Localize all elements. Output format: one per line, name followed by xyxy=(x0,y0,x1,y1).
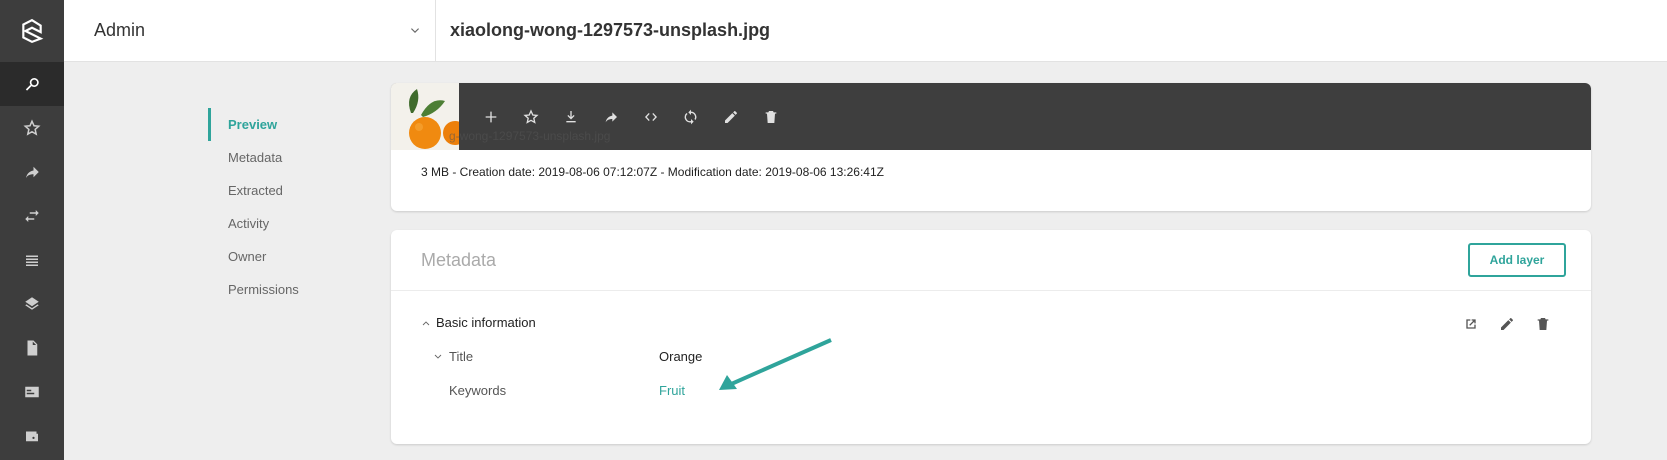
sync-button[interactable] xyxy=(671,105,711,129)
embed-button[interactable] xyxy=(631,105,671,129)
document-icon xyxy=(27,340,38,356)
section-nav-extracted[interactable]: Extracted xyxy=(208,174,378,207)
metadata-card: Metadata Add layer Basic information Tit… xyxy=(391,230,1591,444)
edit-icon xyxy=(1501,318,1513,330)
metadata-header: Metadata Add layer xyxy=(391,230,1591,291)
preview-actions xyxy=(471,105,791,129)
add-layer-button[interactable]: Add layer xyxy=(1468,243,1566,277)
basic-information-toggle[interactable]: Basic information xyxy=(421,315,536,330)
app-rail xyxy=(0,0,64,460)
thumbnail-caption: g-wong-1297573-unsplash.jpg xyxy=(449,129,611,143)
keyword-link[interactable]: Fruit xyxy=(659,383,685,398)
delete-section-button[interactable] xyxy=(1525,316,1561,332)
section-actions xyxy=(1453,316,1561,332)
chevron-down-icon xyxy=(434,354,442,359)
app-logo[interactable] xyxy=(0,0,64,62)
top-bar: Admin xiaolong-wong-1297573-unsplash.jpg xyxy=(64,0,1667,62)
logo-icon xyxy=(22,18,44,44)
star-icon xyxy=(23,119,41,136)
open-external-icon xyxy=(1466,319,1476,329)
sync-icon xyxy=(684,109,697,125)
wallet-icon xyxy=(26,431,38,442)
preview-toolbar: g-wong-1297573-unsplash.jpg xyxy=(391,83,1591,150)
section-nav: Preview Metadata Extracted Activity Owne… xyxy=(208,108,378,306)
edit-icon xyxy=(725,111,737,123)
favorite-button[interactable] xyxy=(511,105,551,129)
plus-icon xyxy=(485,111,497,123)
field-row-title: Title Orange xyxy=(433,349,702,364)
code-icon xyxy=(645,113,657,121)
rail-search[interactable] xyxy=(0,62,64,106)
section-nav-preview[interactable]: Preview xyxy=(208,108,378,141)
delete-button[interactable] xyxy=(751,105,791,129)
edit-section-button[interactable] xyxy=(1489,316,1525,332)
share-icon xyxy=(26,166,39,178)
rail-cards[interactable] xyxy=(0,370,64,414)
rail-shared[interactable] xyxy=(0,150,64,194)
preview-card: g-wong-1297573-unsplash.jpg 3 MB - Creat… xyxy=(391,83,1591,211)
section-nav-permissions[interactable]: Permissions xyxy=(208,273,378,306)
rail-favorites[interactable] xyxy=(0,106,64,150)
rail-layers[interactable] xyxy=(0,282,64,326)
scope-selector[interactable]: Admin xyxy=(64,0,436,61)
field-label-text: Keywords xyxy=(449,383,507,398)
open-external-button[interactable] xyxy=(1453,316,1489,332)
annotation-arrow xyxy=(719,338,832,390)
field-label-text: Title xyxy=(449,349,474,364)
metadata-heading: Metadata xyxy=(421,249,497,270)
field-value: Orange xyxy=(659,349,703,364)
add-button[interactable] xyxy=(471,105,511,129)
search-icon xyxy=(25,78,39,91)
field-label: Keywords xyxy=(433,383,659,398)
rail-documents[interactable] xyxy=(0,326,64,370)
chevron-down-icon xyxy=(411,27,419,33)
section-nav-owner[interactable]: Owner xyxy=(208,240,378,273)
section-nav-metadata[interactable]: Metadata xyxy=(208,141,378,174)
scope-label: Admin xyxy=(94,20,146,40)
rail-list[interactable] xyxy=(0,238,64,282)
section-title: Basic information xyxy=(436,315,536,330)
layers-icon xyxy=(25,297,39,310)
delete-icon xyxy=(1537,318,1549,330)
delete-icon xyxy=(765,111,777,123)
card-icon xyxy=(25,386,39,398)
star-icon xyxy=(523,109,539,124)
rail-transfers[interactable] xyxy=(0,194,64,238)
page-title: xiaolong-wong-1297573-unsplash.jpg xyxy=(450,20,771,40)
section-nav-activity[interactable]: Activity xyxy=(208,207,378,240)
file-info: 3 MB - Creation date: 2019-08-06 07:12:0… xyxy=(421,165,884,179)
download-button[interactable] xyxy=(551,105,591,129)
chevron-up-icon xyxy=(422,320,430,325)
transfer-icon xyxy=(25,210,39,222)
list-icon xyxy=(26,255,38,266)
download-icon xyxy=(566,111,576,123)
field-label[interactable]: Title xyxy=(433,349,659,364)
share-button[interactable] xyxy=(591,105,631,129)
rail-wallet[interactable] xyxy=(0,414,64,458)
share-icon xyxy=(605,112,617,123)
field-row-keywords: Keywords Fruit xyxy=(433,383,685,398)
edit-button[interactable] xyxy=(711,105,751,129)
